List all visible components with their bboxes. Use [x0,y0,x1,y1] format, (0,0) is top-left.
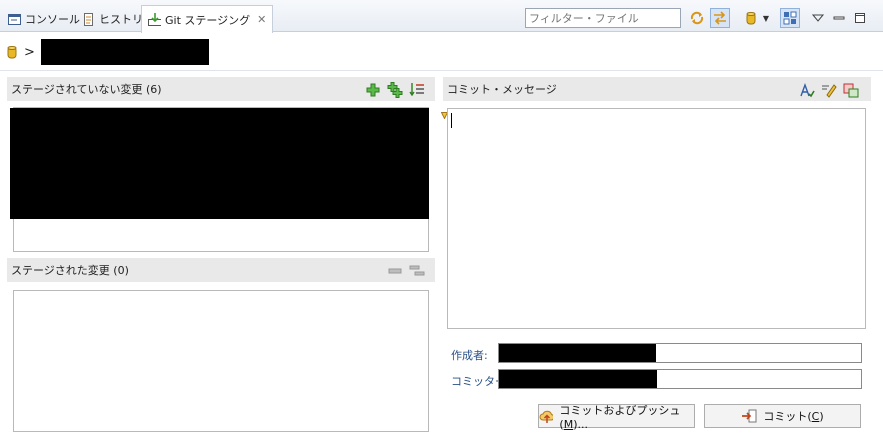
refresh-icon [690,11,704,25]
link-arrows-icon [714,11,726,25]
refresh-button[interactable] [687,8,707,28]
section-title: コミット・メッセージ [447,83,557,96]
filter-files-input[interactable] [525,8,681,28]
chevron-down-icon: ▼ [762,13,770,23]
add-all-to-index-button[interactable] [387,82,403,98]
layout-toggle-button[interactable] [780,8,800,28]
sort-button[interactable] [409,82,425,98]
close-icon[interactable]: ✕ [257,13,266,26]
pen-icon [822,84,837,98]
commit-message-input[interactable] [447,108,866,329]
author-field[interactable] [498,343,862,363]
sort-list-icon [409,83,424,97]
minimize-button[interactable] [829,8,849,28]
view-tab-bar: コンソール ヒストリー Git ステージング ✕ ▼ [0,0,883,33]
maximize-button[interactable] [850,8,870,28]
signed-off-button[interactable] [821,82,837,98]
commit-message-header: コミット・メッセージ [443,77,871,101]
tab-label: Git ステージング [165,13,251,27]
redacted-author [499,344,656,362]
remove-from-index-button [387,263,403,279]
minimize-icon [833,16,845,20]
minus-all-icon [409,265,425,276]
repository-separator: > [24,44,35,60]
repository-icon [746,12,756,25]
unstaged-file-list[interactable] [10,107,429,252]
history-icon [82,12,95,26]
layout-icon [783,11,797,25]
link-selection-button[interactable] [710,8,730,28]
git-staging-icon [148,13,161,26]
plus-icon [366,83,380,97]
maximize-icon [855,13,865,23]
tab-label: コンソール [25,13,80,26]
staged-file-list[interactable] [13,290,429,432]
section-title: ステージされていない変更 (6) [11,83,162,96]
upload-cloud-icon [539,410,554,423]
console-icon [8,13,21,26]
committer-field[interactable] [498,369,862,389]
plus-all-icon [387,82,403,98]
change-id-button[interactable] [843,82,859,98]
unstaged-changes-header: ステージされていない変更 (6) [7,77,435,101]
commit-and-push-button[interactable]: コミットおよびプッシュ(M)... [538,404,695,431]
remove-all-from-index-button [409,263,425,279]
tab-git-staging[interactable]: Git ステージング ✕ [141,5,274,33]
commit-icon [742,409,757,423]
change-id-icon [843,83,859,98]
redacted-file-entries [10,108,429,219]
commit-button[interactable]: コミット(C) [704,404,861,428]
author-label: 作成者: [451,349,488,362]
text-check-icon [800,82,815,98]
repository-icon [7,46,17,59]
add-to-index-button[interactable] [365,82,381,98]
spell-check-button[interactable] [799,82,815,98]
repository-dropdown[interactable]: ▼ [760,8,772,28]
text-caret [451,113,452,128]
redacted-committer [499,370,657,388]
redacted-repository-name [40,39,209,65]
view-menu-icon [812,14,824,22]
section-title: ステージされた変更 (0) [11,264,129,277]
staged-changes-header: ステージされた変更 (0) [7,258,435,282]
tab-console[interactable]: コンソール [2,6,86,32]
minus-icon [388,268,402,274]
repository-breadcrumb: > [6,39,209,65]
view-menu-button[interactable] [808,8,828,28]
repository-menu-button[interactable] [741,8,761,28]
divider [0,70,883,71]
